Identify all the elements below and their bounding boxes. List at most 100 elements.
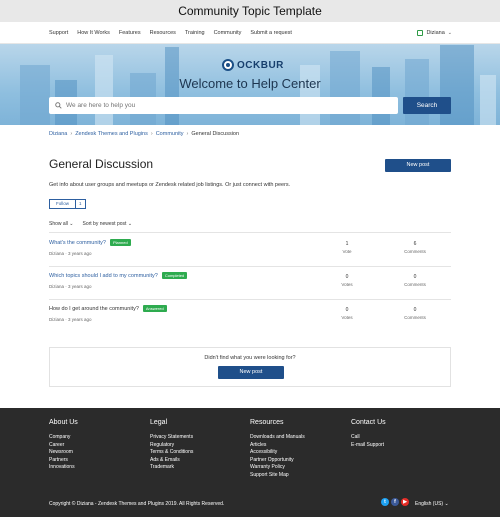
comment-label: Comments [404, 282, 426, 287]
post-age: 3 years ago [68, 317, 92, 322]
breadcrumb-themes[interactable]: Zendesk Themes and Plugins [75, 131, 148, 137]
footer-link[interactable]: Warranty Policy [250, 464, 305, 472]
chevron-right-icon: › [150, 131, 153, 137]
post-title: Which topics should I add to my communit… [49, 272, 158, 279]
footer-heading: About Us [49, 419, 78, 426]
footer-link[interactable]: Call [351, 434, 386, 442]
nav-link-community[interactable]: Community [214, 30, 242, 36]
comment-label: Comments [404, 315, 426, 320]
breadcrumb: Diziana › Zendesk Themes and Plugins › C… [49, 131, 239, 137]
footer-column-about: About Us Company Career Newsroom Partner… [49, 419, 78, 472]
vote-stat: 0 Votes [332, 274, 362, 287]
footer-link[interactable]: Trademark [150, 464, 193, 472]
brand-logo[interactable]: OCKBUR [222, 58, 284, 72]
post-age: 3 years ago [68, 251, 92, 256]
comment-stat: 0 Comments [400, 274, 430, 287]
footer-column-resources: Resources Downloads and Manuals Articles… [250, 419, 305, 480]
vote-stat: 0 Votes [332, 307, 362, 320]
top-navigation: Support How It Works Features Resources … [0, 22, 500, 44]
post-filters: Show all ⌄ Sort by newest post ⌄ [49, 221, 132, 227]
post-author: Diziana [49, 317, 65, 322]
logo-icon [222, 59, 234, 71]
nav-link-features[interactable]: Features [119, 30, 141, 36]
vote-stat: 1 Vote [332, 241, 362, 254]
post-title-link[interactable]: Which topics should I add to my communit… [49, 272, 188, 279]
breadcrumb-diziana[interactable]: Diziana [49, 131, 67, 137]
language-selector[interactable]: English (US) ⌄ [415, 501, 449, 507]
facebook-icon[interactable]: f [391, 498, 399, 506]
twitter-icon[interactable]: t [381, 498, 389, 506]
footer-link[interactable]: Terms & Conditions [150, 449, 193, 457]
search-button[interactable]: Search [403, 97, 451, 114]
chevron-right-icon: › [70, 131, 73, 137]
footer-link[interactable]: Partner Opportunity [250, 457, 305, 465]
footer-link[interactable]: Partners [49, 457, 78, 465]
search-icon [55, 102, 62, 109]
chevron-down-icon: ⌄ [127, 221, 133, 227]
footer-column-contact: Contact Us Call E-mail Support [351, 419, 386, 449]
post-title-link[interactable]: What's the community? Planned [49, 239, 131, 246]
sort-label: Sort by newest post [82, 221, 127, 227]
footer-link[interactable]: Regulatory [150, 442, 193, 450]
footer-link[interactable]: Newsroom [49, 449, 78, 457]
youtube-icon[interactable]: ▶ [401, 498, 409, 506]
footer-link[interactable]: Career [49, 442, 78, 450]
follow-control: Follow 1 [49, 199, 86, 209]
page-title: General Discussion [49, 157, 154, 171]
vote-count: 0 [345, 307, 349, 313]
vote-label: Vote [342, 249, 352, 254]
comment-count: 6 [413, 241, 417, 247]
search-box [49, 97, 398, 114]
chevron-down-icon: ⌄ [444, 501, 449, 507]
breadcrumb-community[interactable]: Community [156, 131, 184, 137]
copyright-text: Copyright © Diziana - Zendesk Themes and… [49, 501, 225, 507]
nav-link-support[interactable]: Support [49, 30, 68, 36]
footer-link[interactable]: Accessibility [250, 449, 305, 457]
vote-count: 1 [345, 241, 349, 247]
new-post-button-bottom[interactable]: New post [218, 366, 284, 379]
filter-show-label: Show all [49, 221, 68, 227]
comment-stat: 0 Comments [400, 307, 430, 320]
comment-count: 0 [413, 274, 417, 280]
footer-column-legal: Legal Privacy Statements Regulatory Term… [150, 419, 193, 472]
footer-link[interactable]: Ads & Emails [150, 457, 193, 465]
sort-dropdown[interactable]: Sort by newest post ⌄ [83, 221, 133, 227]
nav-link-training[interactable]: Training [185, 30, 205, 36]
page-caption: Community Topic Template [0, 0, 500, 22]
footer-heading: Legal [150, 419, 168, 426]
post-row: Which topics should I add to my communit… [49, 266, 451, 299]
post-meta: Diziana · 3 years ago [49, 317, 92, 322]
status-badge: Answered [142, 305, 167, 312]
follow-button[interactable]: Follow [49, 199, 77, 209]
post-title: What's the community? [49, 239, 106, 246]
chevron-right-icon: › [186, 131, 189, 137]
footer-link[interactable]: Privacy Statements [150, 434, 193, 442]
not-found-text: Didn't find what you were looking for? [204, 355, 296, 361]
footer: About Us Company Career Newsroom Partner… [0, 408, 500, 517]
user-menu[interactable]: Diziana ⌄ [417, 22, 452, 44]
nav-link-resources[interactable]: Resources [150, 30, 176, 36]
footer-link[interactable]: Company [49, 434, 78, 442]
logo-text: OCKBUR [237, 59, 284, 71]
filter-show-dropdown[interactable]: Show all ⌄ [49, 221, 74, 227]
nav-link-submit-request[interactable]: Submit a request [250, 30, 292, 36]
footer-link[interactable]: Support Site Map [250, 472, 305, 480]
footer-heading: Resources [250, 419, 284, 426]
post-title-link[interactable]: How do I get around the community? Answe… [49, 305, 167, 312]
post-age: 3 years ago [68, 284, 92, 289]
post-author: Diziana [49, 251, 65, 256]
search-input[interactable] [66, 102, 386, 109]
nav-link-how-it-works[interactable]: How It Works [77, 30, 110, 36]
comment-stat: 6 Comments [400, 241, 430, 254]
footer-link[interactable]: Articles [250, 442, 305, 450]
post-meta: Diziana · 3 years ago [49, 284, 92, 289]
new-post-button[interactable]: New post [385, 159, 451, 172]
footer-link[interactable]: Downloads and Manuals [250, 434, 305, 442]
footer-link[interactable]: E-mail Support [351, 442, 386, 450]
footer-link[interactable]: Innovations [49, 464, 78, 472]
chevron-down-icon: ⌄ [447, 30, 452, 36]
topic-description: Get info about user groups and meetups o… [49, 182, 291, 188]
post-row: How do I get around the community? Answe… [49, 299, 451, 332]
user-icon [417, 30, 424, 36]
follow-count: 1 [76, 199, 86, 209]
